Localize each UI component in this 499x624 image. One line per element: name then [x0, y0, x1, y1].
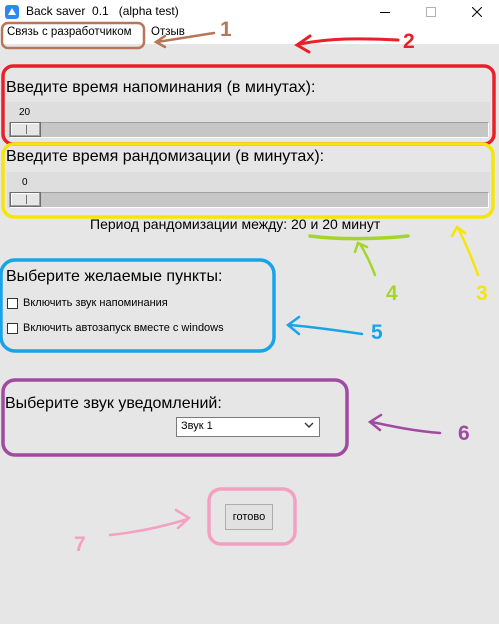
reminder-slider-track[interactable]: [9, 122, 489, 138]
options-heading: Выберите желаемые пункты:: [6, 268, 223, 285]
reminder-slider-handle[interactable]: [10, 122, 41, 137]
reminder-heading: Введите время напоминания (в минутах):: [6, 79, 316, 96]
app-icon: [5, 5, 19, 19]
reminder-sound-label: Включить звук напоминания: [23, 297, 168, 309]
reminder-slider-value: 20: [19, 107, 31, 118]
minimize-button[interactable]: [362, 0, 408, 24]
annotation-arrow-4: [353, 241, 377, 277]
randomization-slider-track[interactable]: [9, 192, 489, 208]
autostart-label: Включить автозапуск вместе с windows: [23, 322, 224, 334]
annotation-arrow-7: [108, 508, 192, 537]
maximize-button[interactable]: [408, 0, 454, 24]
annotation-number-3: 3: [476, 282, 488, 305]
annotation-arrow-3: [450, 225, 480, 277]
window-title: Back saver 0.1 (alpha test): [26, 4, 179, 18]
close-icon: [472, 7, 482, 17]
chevron-down-icon: [304, 422, 314, 428]
annotation-arrow-6: [367, 413, 442, 435]
autostart-checkbox[interactable]: [7, 323, 18, 334]
sound-select-value: Звук 1: [181, 420, 213, 432]
randomization-slider-handle[interactable]: [10, 192, 41, 207]
annotation-number-5: 5: [371, 321, 383, 344]
menu-item-contact-developer[interactable]: Связь с разработчиком: [7, 26, 132, 38]
randomization-slider-value: 0: [22, 177, 28, 188]
annotation-underline-4: [308, 234, 410, 241]
randomization-heading: Введите время рандомизации (в минутах):: [6, 148, 325, 165]
annotation-number-4: 4: [386, 282, 398, 305]
minimize-icon: [380, 12, 390, 13]
sound-heading: Выберите звук уведомлений:: [5, 395, 222, 412]
annotation-arrow-5: [285, 315, 364, 336]
annotation-number-6: 6: [458, 422, 470, 445]
reminder-sound-checkbox[interactable]: [7, 298, 18, 309]
annotation-number-7: 7: [74, 533, 86, 556]
maximize-icon: [426, 7, 436, 17]
randomization-period-text: Период рандомизации между: 20 и 20 минут: [90, 216, 381, 232]
menu-item-review[interactable]: Отзыв: [151, 26, 185, 38]
done-button[interactable]: готово: [225, 504, 273, 530]
close-button[interactable]: [454, 0, 499, 24]
